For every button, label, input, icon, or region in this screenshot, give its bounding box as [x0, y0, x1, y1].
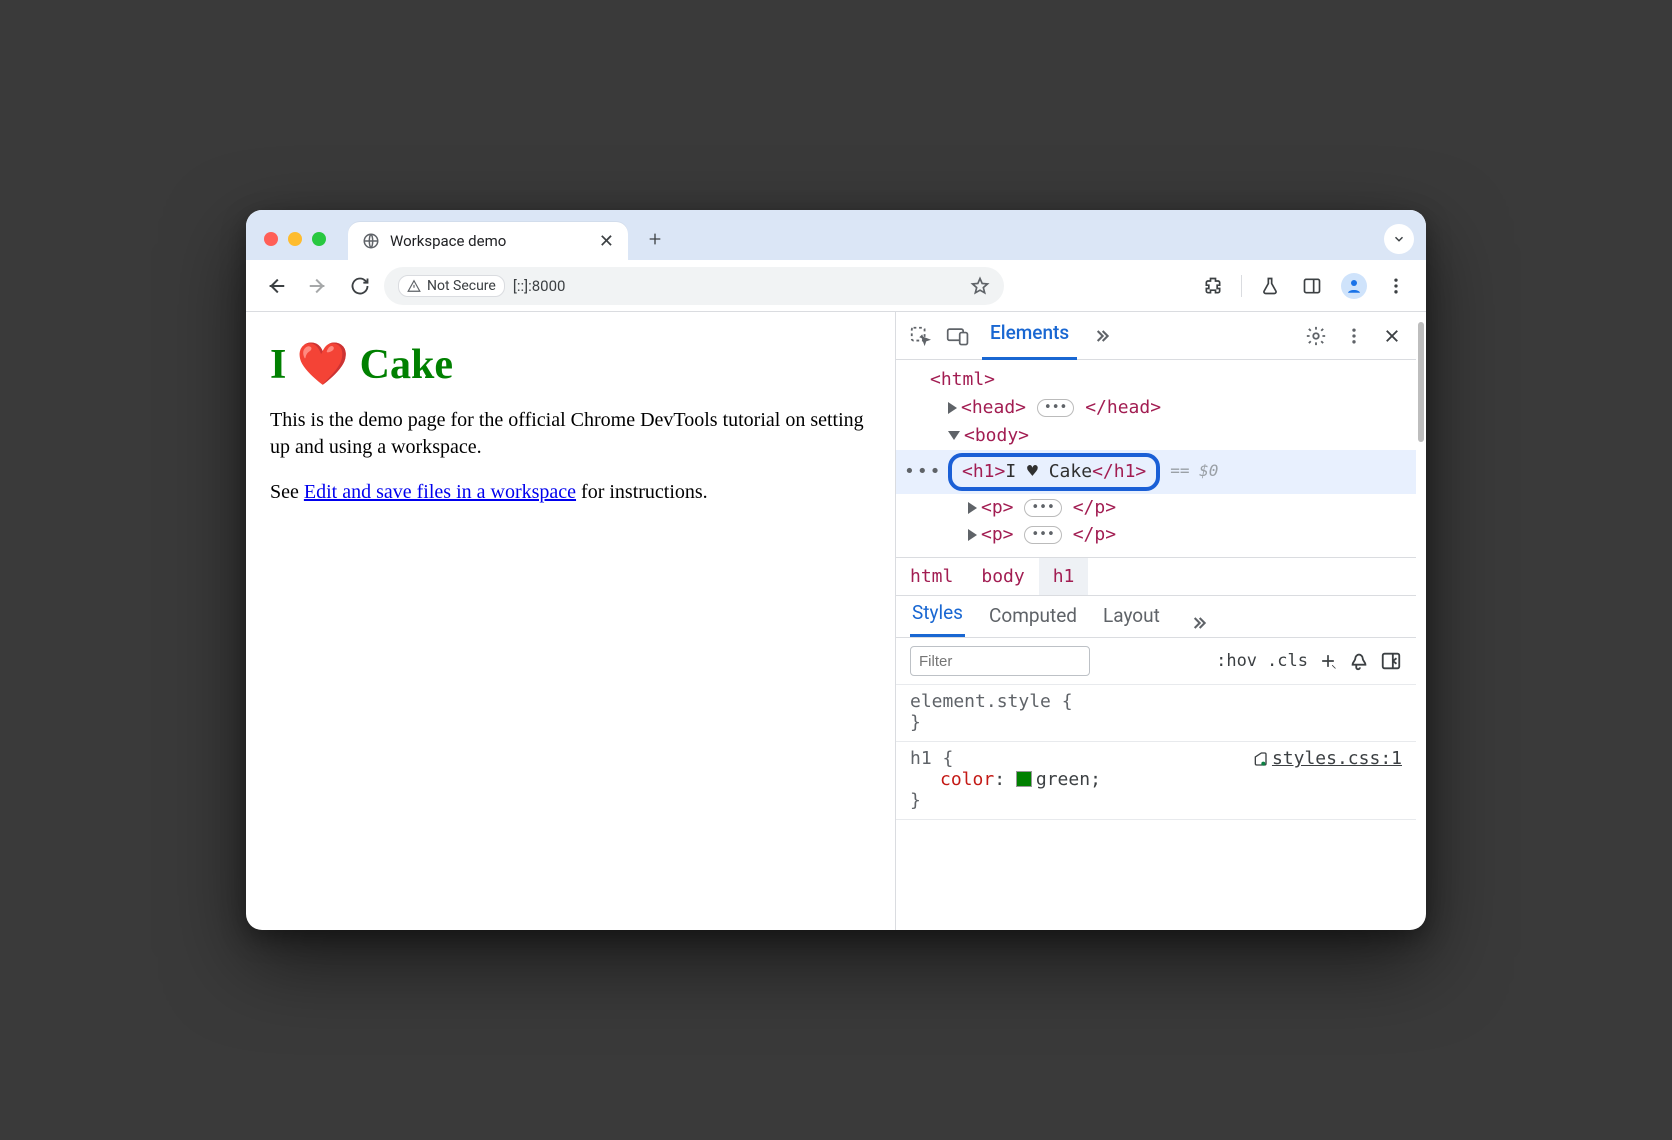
- h1-rule-block[interactable]: styles.css:1 h1 { color: green; }: [896, 742, 1416, 820]
- address-bar[interactable]: Not Secure [::]:8000: [384, 267, 1004, 305]
- styles-tabs: Styles Computed Layout: [896, 596, 1416, 638]
- dom-node-h1-selected[interactable]: ••• <h1>I ♥ Cake</h1> == $0: [896, 450, 1416, 494]
- paint-brush-icon[interactable]: [1348, 650, 1370, 672]
- settings-gear-icon[interactable]: [1302, 322, 1330, 350]
- close-window-button[interactable]: [264, 232, 278, 246]
- url-text: [::]:8000: [513, 277, 566, 295]
- more-tabs-icon[interactable]: [1087, 322, 1115, 350]
- tab-overflow-button[interactable]: [1384, 224, 1414, 254]
- dom-breadcrumbs: html body h1: [896, 557, 1416, 596]
- reload-button[interactable]: [342, 268, 378, 304]
- tab-strip: Workspace demo ✕: [246, 210, 1426, 260]
- crumb-h1[interactable]: h1: [1039, 558, 1089, 595]
- bookmark-icon[interactable]: [970, 276, 990, 296]
- ellipsis-icon[interactable]: •••: [904, 458, 943, 486]
- kebab-menu-icon[interactable]: [1378, 268, 1414, 304]
- minimize-window-button[interactable]: [288, 232, 302, 246]
- styles-tab[interactable]: Styles: [910, 593, 965, 637]
- content-split: I ❤️ Cake This is the demo page for the …: [246, 312, 1426, 930]
- dom-node-body[interactable]: <body>: [930, 422, 1406, 450]
- close-tab-button[interactable]: ✕: [599, 231, 614, 252]
- back-button[interactable]: [258, 268, 294, 304]
- dom-node-head[interactable]: <head> ••• </head>: [930, 394, 1406, 422]
- device-toolbar-icon[interactable]: [944, 322, 972, 350]
- color-swatch-icon[interactable]: [1016, 771, 1032, 787]
- browser-tab[interactable]: Workspace demo ✕: [348, 222, 628, 260]
- security-badge[interactable]: Not Secure: [398, 275, 505, 297]
- styles-filter-input[interactable]: [910, 646, 1090, 676]
- stylesheet-source-link[interactable]: styles.css:1: [1252, 748, 1402, 769]
- new-style-rule-icon[interactable]: [1318, 651, 1338, 671]
- tutorial-link[interactable]: Edit and save files in a workspace: [304, 481, 576, 503]
- layout-tab[interactable]: Layout: [1101, 596, 1162, 637]
- computed-panel-icon[interactable]: [1380, 650, 1402, 672]
- dom-node-html[interactable]: <html>: [930, 366, 1406, 394]
- forward-button[interactable]: [300, 268, 336, 304]
- tab-title: Workspace demo: [390, 232, 589, 250]
- element-style-block[interactable]: element.style { }: [896, 685, 1416, 742]
- browser-window: Workspace demo ✕ Not Secure [::: [246, 210, 1426, 930]
- devtools-tabbar: Elements: [896, 312, 1416, 360]
- page-paragraph-1: This is the demo page for the official C…: [270, 407, 871, 461]
- maximize-window-button[interactable]: [312, 232, 326, 246]
- crumb-html[interactable]: html: [896, 558, 967, 595]
- extensions-icon[interactable]: [1195, 268, 1231, 304]
- cls-toggle[interactable]: .cls: [1267, 651, 1308, 671]
- security-text: Not Secure: [427, 278, 496, 294]
- toolbar: Not Secure [::]:8000: [246, 260, 1426, 312]
- close-devtools-icon[interactable]: [1378, 322, 1406, 350]
- devtools-scrollbar[interactable]: [1416, 312, 1426, 828]
- globe-icon: [362, 232, 380, 250]
- computed-tab[interactable]: Computed: [987, 596, 1079, 637]
- page-heading: I ❤️ Cake: [270, 340, 871, 389]
- toolbar-separator: [1241, 275, 1242, 297]
- elements-tab[interactable]: Elements: [982, 311, 1077, 360]
- dom-tree[interactable]: <html> <head> ••• </head> <body> ••• <h1…: [896, 360, 1416, 557]
- devtools-panel: Elements <html> <head> ••• </head>: [895, 312, 1426, 930]
- dom-node-p2[interactable]: <p> ••• </p>: [930, 521, 1406, 549]
- profile-avatar[interactable]: [1336, 268, 1372, 304]
- window-traffic-lights: [264, 232, 326, 246]
- para2-suffix: for instructions.: [576, 481, 708, 503]
- new-tab-button[interactable]: [640, 224, 670, 254]
- toolbar-right: [1195, 268, 1414, 304]
- styles-toolbar: :hov .cls: [896, 638, 1416, 685]
- styles-pane: Styles Computed Layout :hov .cls: [896, 596, 1416, 828]
- warning-icon: [407, 279, 421, 293]
- hov-toggle[interactable]: :hov: [1216, 651, 1257, 671]
- side-panel-icon[interactable]: [1294, 268, 1330, 304]
- labs-icon[interactable]: [1252, 268, 1288, 304]
- css-rules[interactable]: element.style { } styles.css:1 h1 { colo…: [896, 685, 1416, 828]
- dom-node-p1[interactable]: <p> ••• </p>: [930, 494, 1406, 522]
- rendered-page: I ❤️ Cake This is the demo page for the …: [246, 312, 895, 930]
- crumb-body[interactable]: body: [967, 558, 1038, 595]
- inspect-element-icon[interactable]: [906, 322, 934, 350]
- page-paragraph-2: See Edit and save files in a workspace f…: [270, 479, 871, 506]
- devtools-kebab-icon[interactable]: [1340, 322, 1368, 350]
- para2-prefix: See: [270, 481, 304, 503]
- styles-more-tabs-icon[interactable]: [1184, 609, 1212, 637]
- console-ref: == $0: [1170, 459, 1218, 484]
